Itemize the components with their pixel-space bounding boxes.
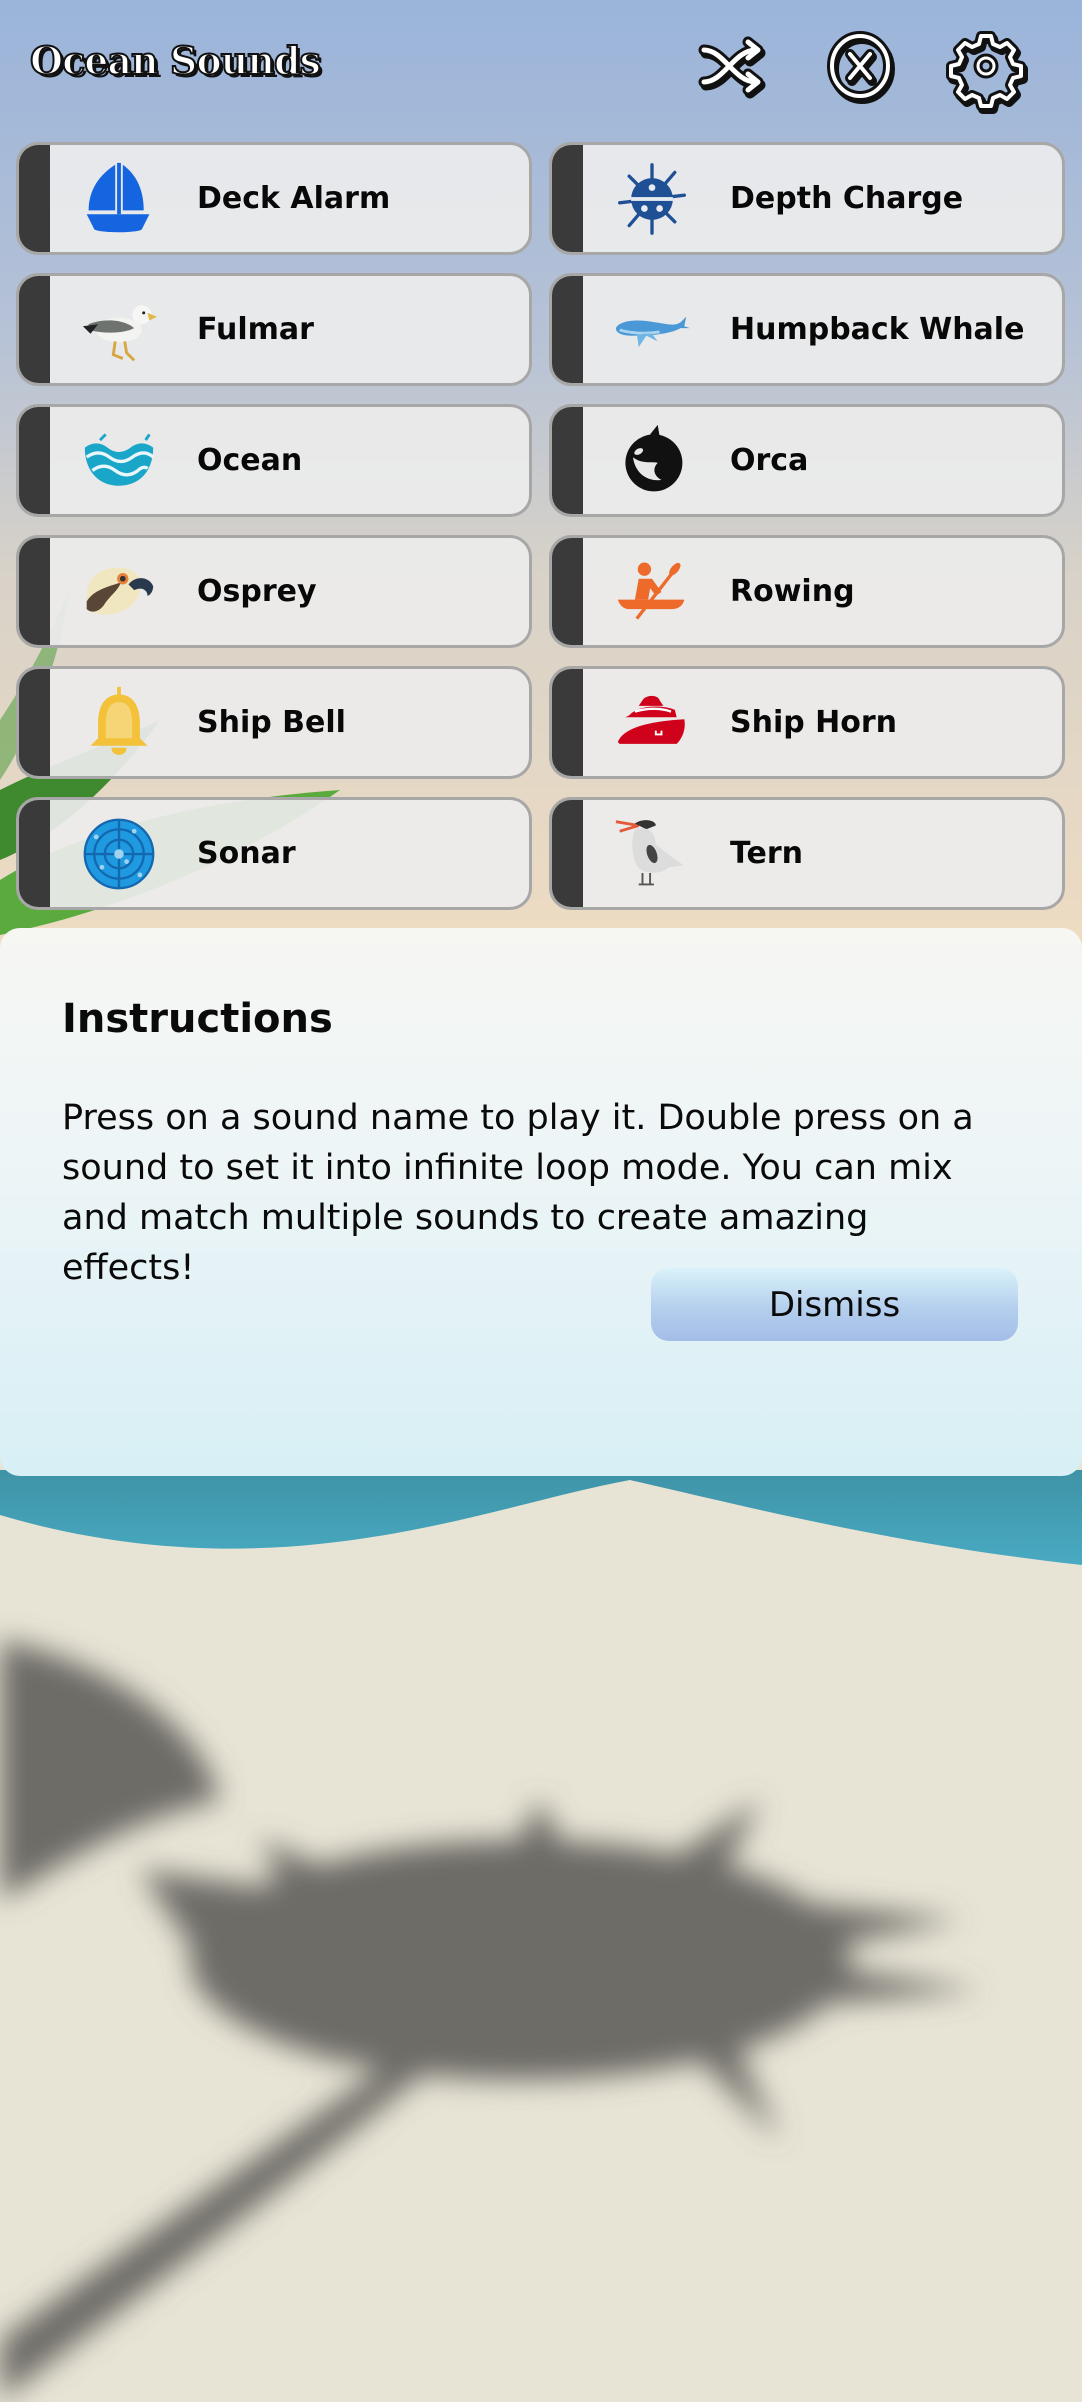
sound-button-ship-horn[interactable]: Ship Horn — [549, 666, 1065, 779]
settings-button[interactable] — [946, 28, 1028, 114]
sound-label: Depth Charge — [730, 181, 964, 216]
sound-button-ocean[interactable]: Ocean — [16, 404, 532, 517]
radar-icon — [79, 814, 159, 894]
dismiss-button[interactable]: Dismiss — [651, 1268, 1018, 1341]
app-header: Ocean Sounds — [0, 0, 1082, 130]
waves-icon — [79, 421, 159, 501]
shuffle-button[interactable] — [696, 28, 772, 104]
naval-mine-icon — [612, 159, 692, 239]
sound-button-tern[interactable]: Tern — [549, 797, 1065, 910]
instructions-dialog: Instructions Press on a sound name to pl… — [0, 928, 1082, 1476]
sound-button-deck-alarm[interactable]: Deck Alarm — [16, 142, 532, 255]
tile-accent-bar — [552, 145, 583, 252]
sound-label: Tern — [730, 836, 803, 871]
tile-accent-bar — [19, 276, 50, 383]
sound-button-ship-bell[interactable]: Ship Bell — [16, 666, 532, 779]
tile-accent-bar — [19, 407, 50, 514]
sound-button-humpback-whale[interactable]: Humpback Whale — [549, 273, 1065, 386]
tern-bird-icon — [612, 814, 692, 894]
sound-grid: Deck Alarm Depth Charge Fulmar Humpback … — [16, 142, 1065, 910]
sailboat-icon — [79, 159, 159, 239]
app-title: Ocean Sounds — [29, 37, 322, 84]
sound-button-depth-charge[interactable]: Depth Charge — [549, 142, 1065, 255]
tile-accent-bar — [552, 407, 583, 514]
stop-all-button[interactable] — [822, 28, 898, 104]
osprey-icon — [79, 552, 159, 632]
sound-button-fulmar[interactable]: Fulmar — [16, 273, 532, 386]
sound-label: Ship Bell — [197, 705, 346, 740]
tile-accent-bar — [19, 669, 50, 776]
tile-accent-bar — [552, 800, 583, 907]
sound-label: Ship Horn — [730, 705, 898, 740]
sound-label: Deck Alarm — [197, 181, 391, 216]
sound-button-sonar[interactable]: Sonar — [16, 797, 532, 910]
sound-button-orca[interactable]: Orca — [549, 404, 1065, 517]
tile-accent-bar — [19, 145, 50, 252]
tile-accent-bar — [552, 538, 583, 645]
tile-accent-bar — [19, 800, 50, 907]
gear-icon — [946, 31, 1028, 114]
orca-icon — [612, 421, 692, 501]
fulmar-bird-icon — [79, 290, 159, 370]
sound-label: Sonar — [197, 836, 296, 871]
sound-label: Ocean — [197, 443, 303, 478]
sound-label: Orca — [730, 443, 809, 478]
sound-label: Humpback Whale — [730, 312, 1025, 347]
dialog-title: Instructions — [62, 996, 333, 1042]
whale-icon — [612, 290, 692, 370]
sound-button-rowing[interactable]: Rowing — [549, 535, 1065, 648]
tile-accent-bar — [19, 538, 50, 645]
sound-label: Osprey — [197, 574, 317, 609]
dialog-body: Press on a sound name to play it. Double… — [62, 1098, 974, 1288]
ship-icon — [612, 683, 692, 763]
close-circle-icon — [827, 31, 895, 104]
tile-accent-bar — [552, 669, 583, 776]
sound-label: Rowing — [730, 574, 855, 609]
shuffle-icon — [698, 36, 766, 99]
sound-button-osprey[interactable]: Osprey — [16, 535, 532, 648]
kayak-icon — [612, 552, 692, 632]
bell-icon — [79, 683, 159, 763]
sound-label: Fulmar — [197, 312, 314, 347]
tile-accent-bar — [552, 276, 583, 383]
